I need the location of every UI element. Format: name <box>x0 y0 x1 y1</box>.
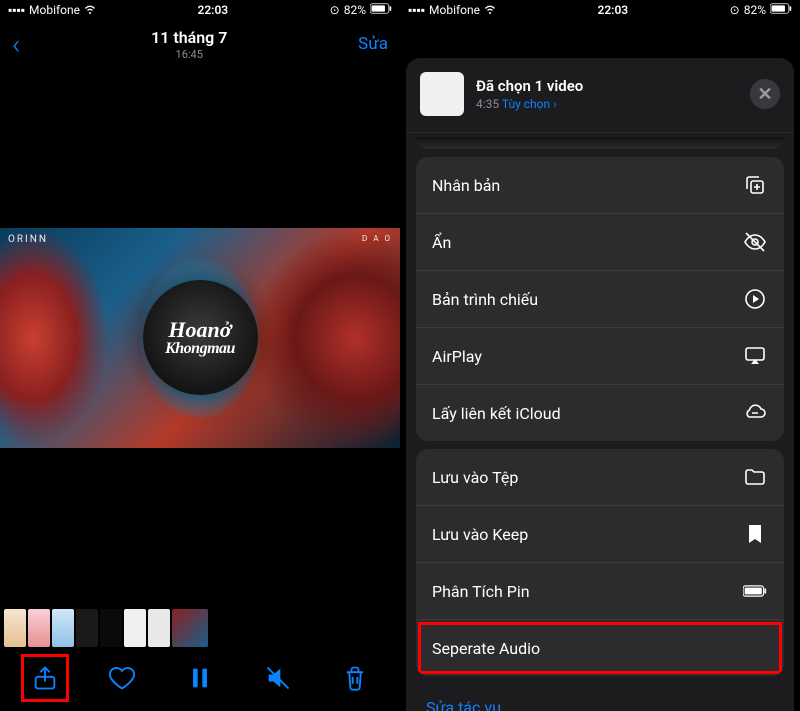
battery-icon <box>770 3 792 17</box>
photo-header: ‹ 11 tháng 7 16:45 Sửa <box>0 20 400 68</box>
header-date: 11 tháng 7 <box>20 28 358 47</box>
thumbnail[interactable] <box>148 609 170 647</box>
thumbnail[interactable] <box>52 609 74 647</box>
action-airplay[interactable]: AirPlay <box>416 328 784 385</box>
sheet-duration: 4:35 <box>476 97 499 111</box>
logo-line1: Hoanở <box>165 319 235 341</box>
battery-icon <box>370 3 392 17</box>
close-button[interactable]: ✕ <box>750 79 780 109</box>
cloud-link-icon <box>742 400 768 426</box>
favorite-button[interactable] <box>100 656 144 700</box>
video-area[interactable]: ORINN D A O Hoanở Khongmau <box>0 68 400 607</box>
sheet-options-link[interactable]: Tùy chọn › <box>502 97 557 111</box>
battery-h-icon <box>742 578 768 604</box>
action-label: Lưu vào Tệp <box>432 468 518 487</box>
action-duplicate[interactable]: Nhân bản <box>416 157 784 214</box>
previous-group-edge <box>416 137 784 149</box>
action-label: Nhân bản <box>432 176 500 195</box>
carrier-label: Mobifone <box>429 3 480 17</box>
airplay-icon <box>742 343 768 369</box>
action-icloud-link[interactable]: Lấy liên kết iCloud <box>416 385 784 441</box>
video-disc-logo: Hoanở Khongmau <box>143 280 258 395</box>
delete-button[interactable] <box>333 656 377 700</box>
signal-icon: ▪▪▪▪ <box>408 3 425 17</box>
video-frame: ORINN D A O Hoanở Khongmau <box>0 228 400 448</box>
status-time: 22:03 <box>197 3 228 17</box>
sheet-thumbnail <box>420 72 464 116</box>
sheet-scroll[interactable]: Nhân bản Ẩn Bản trình chiếu <box>406 133 794 711</box>
brand-logo-right: D A O <box>362 234 392 243</box>
action-label: Lấy liên kết iCloud <box>432 404 561 423</box>
thumbnail[interactable] <box>28 609 50 647</box>
action-slideshow[interactable]: Bản trình chiếu <box>416 271 784 328</box>
back-button[interactable]: ‹ <box>12 28 20 61</box>
action-label: Seperate Audio <box>432 639 540 658</box>
alarm-icon: ⊙ <box>330 3 340 17</box>
right-phone: ▪▪▪▪ Mobifone 22:03 ⊙ 82% Đã chọn 1 vide… <box>400 0 800 711</box>
thumbnail[interactable] <box>124 609 146 647</box>
blank-icon <box>742 635 768 661</box>
action-save-to-keep[interactable]: Lưu vào Keep <box>416 506 784 563</box>
battery-label: 82% <box>744 3 766 17</box>
action-hide[interactable]: Ẩn <box>416 214 784 271</box>
action-group-2: Lưu vào Tệp Lưu vào Keep Phân Tích Pin <box>416 449 784 676</box>
action-save-to-files[interactable]: Lưu vào Tệp <box>416 449 784 506</box>
bottom-toolbar <box>0 653 400 711</box>
action-label: Lưu vào Keep <box>432 525 528 544</box>
status-time: 22:03 <box>597 3 628 17</box>
battery-label: 82% <box>344 3 366 17</box>
thumbnail-strip[interactable] <box>0 607 400 649</box>
action-label: Phân Tích Pin <box>432 582 530 601</box>
action-separate-audio[interactable]: Seperate Audio <box>416 620 784 676</box>
bookmark-icon <box>742 521 768 547</box>
status-left: ▪▪▪▪ Mobifone <box>8 3 96 18</box>
action-label: Bản trình chiếu <box>432 290 538 309</box>
logo-line2: Khongmau <box>165 341 235 357</box>
mute-button[interactable] <box>256 656 300 700</box>
status-left: ▪▪▪▪ Mobifone <box>408 3 496 18</box>
status-bar: ▪▪▪▪ Mobifone 22:03 ⊙ 82% <box>400 0 800 20</box>
wifi-icon <box>84 3 96 18</box>
folder-icon <box>742 464 768 490</box>
action-label: AirPlay <box>432 347 482 366</box>
brand-logo-left: ORINN <box>8 234 48 245</box>
sheet-title: Đã chọn 1 video <box>476 77 738 95</box>
action-battery-analyze[interactable]: Phân Tích Pin <box>416 563 784 620</box>
status-right: ⊙ 82% <box>730 3 792 17</box>
edit-button[interactable]: Sửa <box>358 34 388 54</box>
thumbnail[interactable] <box>76 609 98 647</box>
play-circle-icon <box>742 286 768 312</box>
thumbnail-current[interactable] <box>172 609 208 647</box>
share-sheet: Đã chọn 1 video 4:35 Tùy chọn › ✕ <box>406 58 794 711</box>
status-right: ⊙ 82% <box>330 3 392 17</box>
pause-button[interactable] <box>178 656 222 700</box>
eye-off-icon <box>742 229 768 255</box>
share-button[interactable] <box>23 656 67 700</box>
wifi-icon <box>484 3 496 18</box>
sheet-header: Đã chọn 1 video 4:35 Tùy chọn › ✕ <box>406 58 794 133</box>
thumbnail[interactable] <box>4 609 26 647</box>
edit-actions-link[interactable]: Sửa tác vụ... <box>406 684 794 711</box>
action-label: Ẩn <box>432 233 451 252</box>
alarm-icon: ⊙ <box>730 3 740 17</box>
left-phone: ▪▪▪▪ Mobifone 22:03 ⊙ 82% ‹ 11 tháng 7 1… <box>0 0 400 711</box>
header-title: 11 tháng 7 16:45 <box>20 28 358 61</box>
duplicate-icon <box>742 172 768 198</box>
carrier-label: Mobifone <box>29 3 80 17</box>
action-group-1: Nhân bản Ẩn Bản trình chiếu <box>416 157 784 441</box>
status-bar: ▪▪▪▪ Mobifone 22:03 ⊙ 82% <box>0 0 400 20</box>
signal-icon: ▪▪▪▪ <box>8 3 25 17</box>
thumbnail[interactable] <box>100 609 122 647</box>
sheet-title-block: Đã chọn 1 video 4:35 Tùy chọn › <box>476 77 738 111</box>
share-sheet-container: Đã chọn 1 video 4:35 Tùy chọn › ✕ <box>400 20 800 711</box>
header-time: 16:45 <box>20 48 358 61</box>
